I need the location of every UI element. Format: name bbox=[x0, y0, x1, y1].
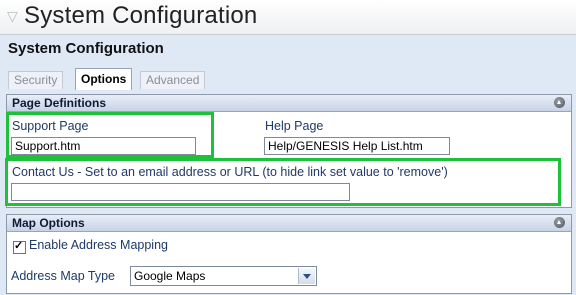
window-title: System Configuration bbox=[24, 2, 258, 29]
support-page-label: Support Page bbox=[12, 119, 89, 133]
collapse-triangle-icon[interactable]: ▽ bbox=[7, 8, 18, 25]
map-type-value: Google Maps bbox=[134, 269, 206, 283]
map-options-header: Map Options bbox=[7, 215, 571, 232]
map-type-label: Address Map Type bbox=[11, 269, 115, 283]
help-page-input[interactable] bbox=[264, 137, 450, 155]
support-page-input[interactable] bbox=[11, 137, 196, 155]
window-title-bar: ▽ System Configuration bbox=[0, 0, 576, 35]
help-page-label: Help Page bbox=[265, 119, 324, 133]
enable-mapping-checkbox[interactable] bbox=[13, 239, 26, 254]
tab-advanced[interactable]: Advanced bbox=[140, 71, 206, 89]
collapse-circle-icon[interactable] bbox=[554, 217, 565, 228]
tab-options[interactable]: Options bbox=[75, 68, 133, 90]
page-title: System Configuration bbox=[8, 40, 164, 57]
contact-us-input[interactable] bbox=[11, 183, 350, 201]
enable-mapping-label: Enable Address Mapping bbox=[29, 238, 168, 252]
dropdown-arrow-icon[interactable] bbox=[298, 268, 315, 284]
contact-us-label: Contact Us - Set to an email address or … bbox=[12, 165, 448, 179]
map-type-select[interactable]: Google Maps bbox=[130, 266, 317, 286]
collapse-circle-icon[interactable] bbox=[554, 97, 565, 108]
map-options-title: Map Options bbox=[12, 216, 85, 230]
tab-security[interactable]: Security bbox=[8, 71, 64, 89]
page-definitions-header: Page Definitions bbox=[7, 95, 571, 112]
page-definitions-title: Page Definitions bbox=[12, 96, 107, 110]
